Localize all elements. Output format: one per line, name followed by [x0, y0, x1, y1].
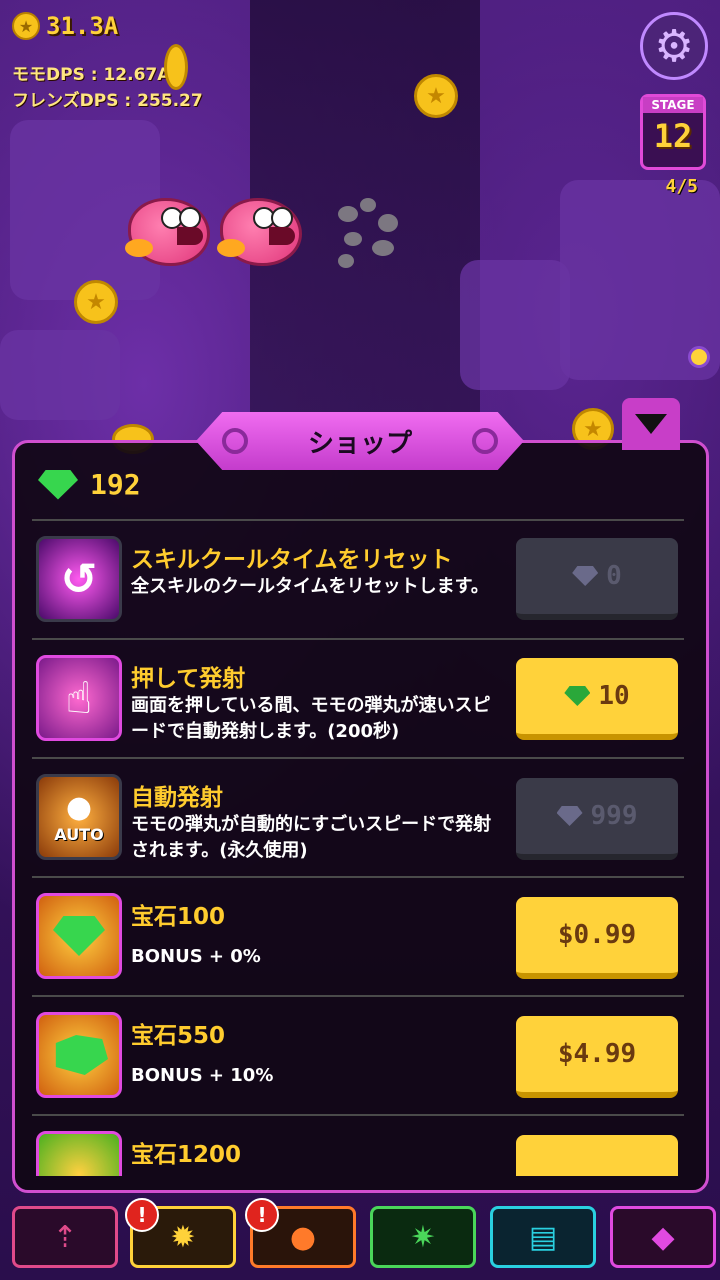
- item-bonus: BONUS + 0%: [131, 946, 261, 967]
- gem-icon: [53, 916, 105, 956]
- price: $4.99: [557, 1039, 637, 1069]
- item-title: 宝石1200: [131, 1142, 242, 1168]
- auto-label: AUTO: [54, 825, 104, 844]
- gem-icon: [564, 686, 591, 706]
- price: 999: [590, 801, 638, 831]
- gems-pile-icon: [55, 1035, 108, 1075]
- buy-auto-fire-button[interactable]: 999: [516, 778, 678, 860]
- settings-button[interactable]: ⚙: [640, 12, 708, 80]
- sun-skill-icon: ✹: [170, 1219, 196, 1255]
- spiky-monster-icon: ✷: [410, 1219, 436, 1255]
- buy-gem100-button[interactable]: $0.99: [516, 897, 678, 979]
- scroll-icon: ▤: [528, 1219, 558, 1255]
- item-bonus: BONUS + 10%: [131, 1065, 274, 1086]
- shop-title: ショップ: [307, 428, 412, 459]
- cave-rock: [0, 330, 120, 420]
- momo-dps: モモDPS : 12.67A: [12, 65, 171, 85]
- swirl-icon: [472, 428, 498, 454]
- item-title: 宝石100: [131, 904, 226, 930]
- divider: [32, 876, 684, 878]
- swirl-icon: [222, 428, 248, 454]
- price: $0.99: [557, 920, 637, 950]
- alert-badge-icon: !: [125, 1198, 159, 1232]
- gem-icon: [556, 806, 583, 826]
- gem-pack-icon: [36, 893, 122, 979]
- gem-icon: [572, 566, 599, 586]
- stage-label: STAGE: [643, 97, 703, 113]
- gear-icon: ⚙: [654, 20, 694, 72]
- price: 10: [598, 681, 630, 711]
- item-title: 押して発射: [131, 666, 246, 692]
- item-title: スキルクールタイムをリセット: [131, 547, 453, 573]
- gem-pack-icon: [36, 1131, 122, 1176]
- gold-coin[interactable]: [164, 44, 188, 90]
- gem-shop-icon: ◆: [651, 1219, 675, 1255]
- close-shop-button[interactable]: [622, 398, 680, 450]
- gem-count: 192: [90, 468, 141, 501]
- cave-rock: [460, 260, 570, 390]
- nav-upgrade-momo[interactable]: ⇡: [12, 1206, 118, 1268]
- item-description: 画面を押している間、モモの弾丸が速いスピードで自動発射します。(200秒): [131, 695, 491, 742]
- divider: [32, 638, 684, 640]
- stage-progress: 4/5: [665, 176, 698, 197]
- press-to-fire-icon: ☝: [36, 655, 122, 741]
- cannon-arrow-icon: ⇡: [52, 1219, 78, 1255]
- stage-number: 12: [653, 117, 693, 155]
- alert-badge-icon: !: [245, 1198, 279, 1232]
- nav-boss[interactable]: ✷: [370, 1206, 476, 1268]
- shop-header: ショップ: [196, 412, 524, 470]
- item-title: 自動発射: [131, 785, 223, 811]
- item-description: モモの弾丸が自動的にすごいスピードで発射されます。(永久使用): [131, 814, 492, 861]
- gold-counter: ★ 31.3A: [12, 12, 118, 40]
- nav-shop[interactable]: ◆: [610, 1206, 716, 1268]
- triangle-down-icon: [635, 414, 667, 434]
- bomb-friend-icon: ●: [289, 1219, 317, 1255]
- item-title: 宝石550: [131, 1023, 226, 1049]
- gem-icon: [38, 469, 78, 500]
- divider: [32, 519, 684, 521]
- buy-reset-cooltime-button[interactable]: 0: [516, 538, 678, 620]
- pink-fish-monster[interactable]: [125, 198, 210, 266]
- gem-pack-icon: [36, 1012, 122, 1098]
- buy-gem550-button[interactable]: $4.99: [516, 1016, 678, 1098]
- reset-cooltime-icon: ↺: [36, 536, 122, 622]
- gold-coin-icon: ★: [12, 12, 40, 40]
- auto-fire-icon: ● AUTO: [36, 774, 122, 860]
- stage-indicator: STAGE 12: [640, 94, 706, 170]
- gold-coin[interactable]: ★: [414, 74, 458, 118]
- gem-balance: 192: [38, 468, 141, 501]
- pink-fish-monster[interactable]: [217, 198, 302, 266]
- gold-coin[interactable]: ★: [74, 280, 118, 324]
- side-orb-icon: [688, 346, 710, 368]
- divider: [32, 995, 684, 997]
- nav-quests[interactable]: ▤: [490, 1206, 596, 1268]
- gold-value: 31.3A: [46, 12, 119, 40]
- shop-list-clip: 宝石1200: [12, 1116, 709, 1176]
- buy-gem1200-button[interactable]: [516, 1135, 678, 1176]
- price: 0: [606, 561, 622, 591]
- bullet-icon: ●: [65, 790, 93, 825]
- item-description: 全スキルのクールタイムをリセットします。: [131, 576, 489, 597]
- buy-press-to-fire-button[interactable]: 10: [516, 658, 678, 740]
- divider: [32, 757, 684, 759]
